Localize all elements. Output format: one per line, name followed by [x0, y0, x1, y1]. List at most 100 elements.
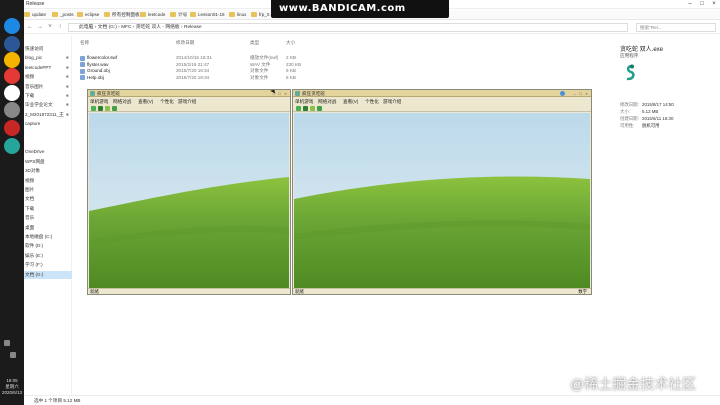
file-size: 6 KB	[286, 68, 296, 73]
file-name[interactable]: Ground.obj	[87, 68, 110, 73]
recorder-icon[interactable]	[4, 120, 20, 136]
navigation-pane: 快速访问 blog_pic ✱ leetcodePPT ✱ 视频 ✱ 音乐图片 ✱ 下载 ✱ 毕业学业…	[24, 35, 72, 395]
file-date: 2014/10/15 16:31	[176, 55, 212, 60]
status-bar: 选中 1 个项目 5.12 MB	[24, 395, 720, 405]
sidebar-item[interactable]: 软件 (D:)	[24, 242, 72, 250]
search-input[interactable]: 搜索"Rel...	[636, 23, 716, 32]
sidebar-item-label: 快速访问	[25, 46, 44, 51]
sidebar-item[interactable]: 文档	[24, 195, 72, 203]
column-header-type[interactable]: 类型	[250, 40, 259, 46]
sidebar-item-label: 视频	[25, 74, 35, 80]
sidebar-item[interactable]: 本地磁盘 (C:)	[24, 233, 72, 241]
recent-dropdown-icon[interactable]: ˅	[46, 23, 54, 32]
sidebar-item[interactable]: 娱乐 (E:)	[24, 252, 72, 260]
sidebar-item[interactable]: 视频	[24, 177, 72, 185]
sidebar-item[interactable]: 音乐图片 ✱	[24, 83, 72, 91]
settings-icon[interactable]	[4, 102, 20, 118]
favorite-item[interactable]: eclipse	[77, 11, 99, 19]
menu-single-player[interactable]: 单机游戏	[90, 98, 108, 105]
volume-icon[interactable]	[10, 352, 16, 358]
sidebar-item[interactable]: 图片	[24, 186, 72, 194]
file-name[interactable]: flowercolor.swf	[87, 55, 117, 60]
favorite-item[interactable]: leetcode	[140, 11, 165, 19]
sidebar-item[interactable]: WPS网盘	[24, 158, 72, 166]
file-name[interactable]: flyster.wav	[87, 62, 108, 67]
favorite-item[interactable]: 所有控制面板项	[104, 11, 144, 19]
pause-tool-icon[interactable]	[98, 106, 103, 111]
browser-icon[interactable]	[4, 18, 20, 34]
sidebar-item[interactable]	[24, 139, 72, 147]
app-icon[interactable]	[4, 36, 20, 52]
game-toolbar	[88, 105, 290, 112]
back-arrow-icon[interactable]: ←	[26, 23, 34, 32]
chrome-icon-2[interactable]	[4, 68, 20, 84]
start-tool-icon[interactable]	[91, 106, 96, 111]
taskbar: 16:05 星期六 2020/6/13	[0, 0, 24, 405]
favorite-item[interactable]: linux	[229, 11, 246, 19]
favorite-item[interactable]: Lesson01-15	[190, 11, 225, 19]
close-button[interactable]: ×	[708, 0, 720, 9]
sidebar-item[interactable]: 学习 (F:)	[24, 261, 72, 269]
game-toolbar	[293, 105, 591, 112]
address-bar[interactable]: 此电脑 › 文档 (G:) › MFC › 贪吃蛇 双人 - 网络板 › Rel…	[68, 23, 628, 32]
game-maximize-button[interactable]: □	[277, 91, 282, 96]
favorite-item[interactable]: 计号	[170, 11, 187, 19]
sidebar-item[interactable]: capture	[24, 120, 72, 128]
game-maximize-button[interactable]: □	[578, 91, 583, 96]
menu-game-intro[interactable]: 游戏介绍	[383, 98, 401, 105]
game-minimize-button[interactable]: –	[572, 91, 577, 96]
stop-tool-icon[interactable]	[310, 106, 315, 111]
menu-game-intro[interactable]: 游戏介绍	[178, 98, 196, 105]
menu-personalize[interactable]: 个性化	[160, 98, 174, 105]
help-tool-icon[interactable]	[317, 106, 322, 111]
menu-view[interactable]: 查看(V)	[138, 98, 153, 105]
sidebar-item[interactable]: 文档 (G:)	[24, 270, 72, 279]
file-name[interactable]: Help.obj	[87, 75, 104, 80]
sidebar-item[interactable]: 3D对象	[24, 167, 72, 175]
sidebar-item[interactable]: OneDrive	[24, 148, 72, 156]
qq-icon[interactable]	[4, 85, 20, 101]
menu-single-player[interactable]: 单机游戏	[295, 98, 313, 105]
sidebar-item[interactable]: 下载	[24, 205, 72, 213]
sidebar-item[interactable]: 视频 ✱	[24, 73, 72, 81]
menu-network-battle[interactable]: 网络对战	[113, 98, 131, 105]
favorite-item[interactable]: update	[24, 11, 46, 19]
chrome-icon[interactable]	[4, 52, 20, 68]
sidebar-item-label: 3D对象	[25, 168, 41, 174]
sidebar-item[interactable]: 毕业学业论文 ✱	[24, 101, 72, 109]
navigation-bar: ← → ˅ ↑ 此电脑 › 文档 (G:) › MFC › 贪吃蛇 双人 - 网…	[24, 21, 720, 34]
maximize-button[interactable]: □	[696, 0, 708, 9]
menu-view[interactable]: 查看(V)	[343, 98, 358, 105]
sidebar-item[interactable]: blog_pic ✱	[24, 54, 72, 62]
sidebar-item[interactable]: 2_M201872311_王 ✱	[24, 111, 72, 119]
game-help-button[interactable]	[560, 91, 565, 96]
help-tool-icon[interactable]	[112, 106, 117, 111]
column-header-name[interactable]: 名称	[80, 40, 89, 46]
pause-tool-icon[interactable]	[303, 106, 308, 111]
minimize-button[interactable]: –	[684, 0, 696, 9]
game-board[interactable]	[89, 113, 289, 289]
snake-game-window-right[interactable]: 疯狂贪吃蛇 – □ × 单机游戏 网络对战 查看(V) 个性化 游戏介绍 就绪 …	[292, 89, 592, 295]
sidebar-item[interactable]: 桌面	[24, 224, 72, 232]
forward-arrow-icon[interactable]: →	[36, 23, 44, 32]
game-menu-bar: 单机游戏 网络对战 查看(V) 个性化 游戏介绍	[293, 98, 591, 105]
sidebar-item[interactable]: 快速访问	[24, 45, 72, 53]
column-header-date[interactable]: 修改日期	[176, 40, 194, 46]
menu-personalize[interactable]: 个性化	[365, 98, 379, 105]
sidebar-item[interactable]: 音乐	[24, 214, 72, 222]
snake-app-icon[interactable]	[4, 138, 20, 154]
snake-game-window-left[interactable]: 疯狂贪吃蛇 – □ × 单机游戏 网络对战 查看(V) 个性化 游戏介绍 就绪	[87, 89, 291, 295]
sidebar-item[interactable]	[24, 130, 72, 138]
column-header-size[interactable]: 大小	[286, 40, 295, 46]
favorite-item[interactable]: _posts	[52, 11, 74, 19]
game-close-button[interactable]: ×	[584, 91, 589, 96]
game-board[interactable]	[294, 113, 590, 289]
menu-network-battle[interactable]: 网络对战	[318, 98, 336, 105]
stop-tool-icon[interactable]	[105, 106, 110, 111]
sidebar-item[interactable]: leetcodePPT ✱	[24, 64, 72, 72]
wifi-icon[interactable]	[4, 340, 10, 346]
game-close-button[interactable]: ×	[283, 91, 288, 96]
start-tool-icon[interactable]	[296, 106, 301, 111]
up-arrow-icon[interactable]: ↑	[56, 23, 64, 32]
sidebar-item[interactable]: 下载 ✱	[24, 92, 72, 100]
